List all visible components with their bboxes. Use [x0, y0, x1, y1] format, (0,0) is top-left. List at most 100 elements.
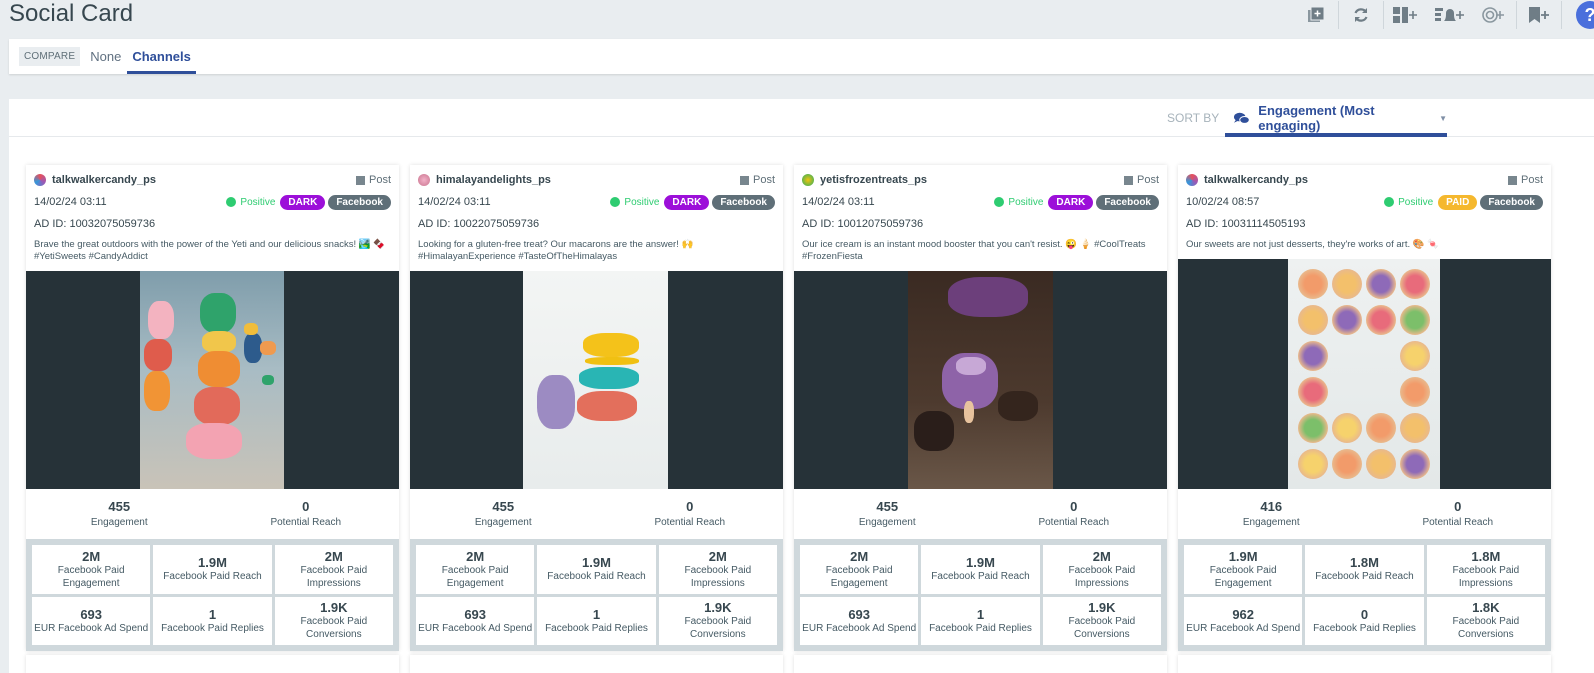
post-type: Post	[1507, 174, 1543, 186]
metric-label: Facebook Paid Impressions	[1452, 564, 1520, 589]
tart	[1366, 413, 1396, 443]
post-text: Looking for a gluten-free treat? Our mac…	[418, 239, 694, 262]
tart	[1298, 341, 1328, 371]
metric-value: 1.8M	[1350, 555, 1379, 571]
metric-label: Facebook Paid Engagement	[1209, 564, 1277, 589]
add-dashboard-button[interactable]	[1384, 1, 1428, 29]
post-image[interactable]	[140, 271, 284, 489]
image-detail	[577, 391, 637, 421]
post-image[interactable]	[1288, 259, 1440, 489]
post-type: Post	[739, 174, 775, 186]
metric-label: EUR Facebook Ad Spend	[802, 622, 917, 634]
channel-badge: Facebook	[1096, 194, 1159, 210]
reach-stat: 0 Potential Reach	[1365, 489, 1552, 539]
post-card[interactable]: talkwalkercandy_ps Post 14/02/24 03:11 P…	[26, 165, 399, 651]
metric-value: 1.9K	[320, 600, 348, 616]
refresh-button[interactable]	[1339, 1, 1383, 29]
image-detail	[186, 423, 242, 459]
tart	[1298, 269, 1328, 299]
metric-label: Facebook Paid Conversions	[300, 616, 368, 641]
card-header: talkwalkercandy_ps Post 14/02/24 03:11 P…	[26, 165, 399, 269]
post-card[interactable]: yetisfrozentreats_ps Post 14/02/24 03:11…	[794, 165, 1167, 651]
metric-label: Facebook Paid Engagement	[57, 564, 125, 589]
author-name[interactable]: yetisfrozentreats_ps	[820, 174, 927, 186]
metric-value: 1.9M	[198, 555, 227, 571]
sentiment-label: Positive	[1008, 196, 1044, 208]
metric-label: Facebook Paid Replies	[1313, 622, 1416, 634]
compare-label: COMPARE	[19, 47, 81, 66]
ad-type-badge: DARK	[1048, 194, 1094, 210]
help-button[interactable]: ?	[1576, 1, 1594, 29]
tart	[1400, 341, 1430, 371]
author-name[interactable]: himalayandelights_ps	[436, 174, 551, 186]
tart	[1366, 449, 1396, 479]
tart	[1400, 305, 1430, 335]
metric-label: Facebook Paid Reach	[163, 571, 262, 583]
metric-cell: 1.8M Facebook Paid Reach	[1305, 545, 1424, 594]
post-card[interactable]: talkwalkercandy_ps Post 10/02/24 08:57 P…	[1178, 165, 1551, 651]
add-alert-button[interactable]	[1428, 1, 1472, 29]
metric-label: Facebook Paid Reach	[547, 571, 646, 583]
post-image[interactable]	[908, 271, 1053, 489]
next-card-row	[410, 655, 783, 673]
engagement-value: 455	[492, 499, 515, 514]
image-detail	[537, 375, 575, 429]
metric-value: 2M	[466, 548, 485, 564]
metric-label: Facebook Paid Replies	[161, 622, 264, 634]
metric-cell: 2M Facebook Paid Impressions	[658, 545, 777, 594]
reach-stat: 0 Potential Reach	[981, 489, 1168, 539]
metric-value: 693	[848, 606, 871, 622]
add-bookmark-icon	[1529, 7, 1549, 23]
add-dashboard-icon	[1393, 7, 1417, 23]
add-widget-button[interactable]	[1294, 1, 1338, 29]
toolbar: ?	[1294, 0, 1594, 30]
smile-icon	[994, 197, 1005, 207]
metric-cell: 2M Facebook Paid Engagement	[800, 545, 919, 594]
post-type-label: Post	[1136, 174, 1159, 186]
metric-cell: 1.9K Facebook Paid Conversions	[274, 596, 393, 645]
metric-cell: 1.9M Facebook Paid Reach	[921, 545, 1040, 594]
tart	[1366, 269, 1396, 299]
add-report-icon	[1482, 7, 1504, 23]
post-type-icon	[1123, 175, 1133, 185]
engagement-label: Engagement	[858, 517, 916, 528]
engagement-label: Engagement	[474, 517, 532, 528]
post-media[interactable]	[794, 271, 1167, 489]
post-card[interactable]: himalayandelights_ps Post 14/02/24 03:11…	[410, 165, 783, 651]
metric-value: 693	[80, 606, 103, 622]
ad-type-badge: PAID	[1438, 194, 1478, 210]
compare-option-channels[interactable]: Channels	[127, 39, 196, 74]
metric-cell: 693 EUR Facebook Ad Spend	[32, 596, 151, 645]
engagement-label: Engagement	[1242, 517, 1300, 528]
author-name[interactable]: talkwalkercandy_ps	[52, 174, 156, 186]
post-media[interactable]	[26, 271, 399, 489]
compare-option-none[interactable]: None	[90, 39, 121, 74]
metric-cell: 693 EUR Facebook Ad Spend	[416, 596, 535, 645]
tart	[1332, 305, 1362, 335]
metric-label: Facebook Paid Conversions	[684, 616, 752, 641]
reach-value: 0	[302, 499, 310, 514]
tart	[1332, 269, 1362, 299]
add-bookmark-button[interactable]	[1517, 1, 1561, 29]
metric-label: Facebook Paid Engagement	[441, 564, 509, 589]
sentiment-label: Positive	[624, 196, 660, 208]
post-image[interactable]	[523, 271, 668, 489]
tart	[1298, 305, 1328, 335]
post-media[interactable]	[1178, 259, 1551, 489]
main-stats: 416 Engagement 0 Potential Reach	[1178, 489, 1551, 539]
metric-value: 1.8M	[1471, 548, 1501, 564]
post-type-label: Post	[1520, 174, 1543, 186]
add-report-button[interactable]	[1472, 1, 1516, 29]
metric-label: EUR Facebook Ad Spend	[34, 622, 149, 634]
author-avatar	[418, 174, 430, 186]
author-name[interactable]: talkwalkercandy_ps	[1204, 174, 1308, 186]
sort-dropdown[interactable]: Engagement (Most engaging) ▼	[1225, 99, 1447, 137]
metric-value: 693	[464, 606, 487, 622]
sentiment: Positive	[610, 197, 659, 208]
metrics-grid: 2M Facebook Paid Engagement 1.9M Faceboo…	[794, 539, 1167, 651]
reach-label: Potential Reach	[1422, 517, 1494, 528]
image-detail	[262, 375, 274, 385]
post-date: 10/02/24 08:57	[1186, 196, 1260, 208]
next-card-row	[794, 655, 1167, 673]
post-media[interactable]	[410, 271, 783, 489]
